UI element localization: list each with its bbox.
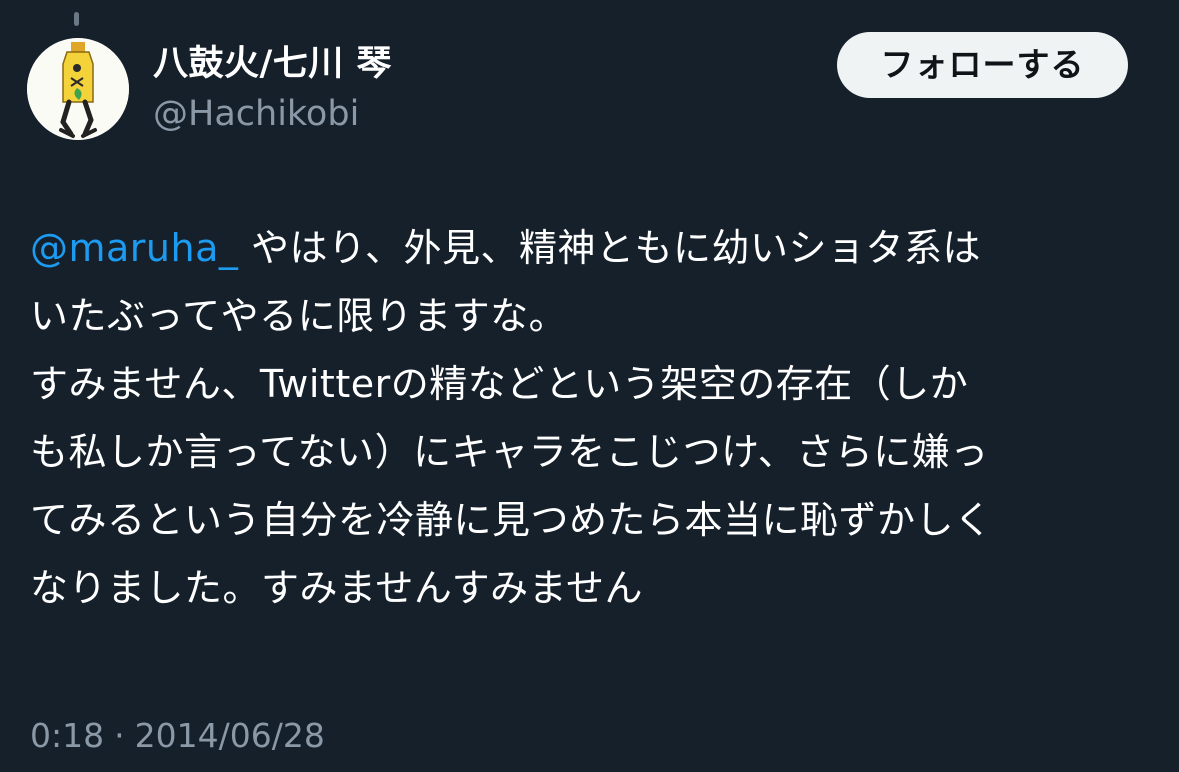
display-name[interactable]: 八鼓火/七川 琴 [153, 42, 392, 86]
tweet-text-segment: やはり、外見、精神ともに幼いショタ系は [250, 226, 981, 270]
avatar-illustration-icon [27, 38, 129, 140]
tweet-text-line: すみません、Twitterの精などという架空の存在（しか [30, 362, 969, 406]
tweet-text-line: @maruha_ やはり、外見、精神ともに幼いショタ系は [30, 214, 1160, 282]
tweet-text-line: なりました。すみませんすみません [30, 566, 643, 610]
mention-link[interactable]: @maruha_ [30, 226, 238, 270]
follow-button[interactable]: フォローする [837, 32, 1128, 98]
tweet-text: @maruha_ やはり、外見、精神ともに幼いショタ系は いたぶってやるに限りま… [30, 214, 1160, 622]
avatar[interactable] [27, 38, 129, 140]
user-handle[interactable]: @Hachikobi [153, 92, 359, 136]
tweet-text-line: てみるという自分を冷静に見つめたら本当に恥ずかしく [30, 498, 993, 542]
tweet-timestamp[interactable]: 0:18 · 2014/06/28 [30, 714, 325, 758]
tweet-time: 0:18 [30, 716, 105, 755]
tweet-text-line: も私しか言ってない）にキャラをこじつけ、さらに嫌っ [30, 430, 989, 474]
meta-separator: · [114, 716, 125, 755]
tweet-date: 2014/06/28 [134, 716, 325, 755]
top-notch-mark [74, 12, 79, 26]
tweet-card: 八鼓火/七川 琴 @Hachikobi フォローする @maruha_ やはり、… [0, 0, 1179, 772]
tweet-text-line: いたぶってやるに限りますな。 [30, 294, 568, 338]
